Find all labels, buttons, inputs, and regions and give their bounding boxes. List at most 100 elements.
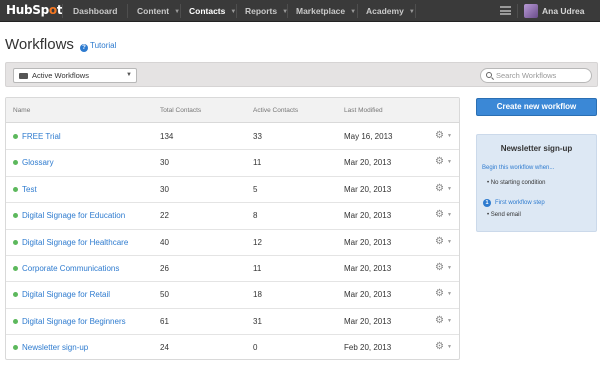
total-contacts: 24 (160, 343, 169, 353)
nav-divider (236, 4, 237, 18)
preview-title: Newsletter sign-up (500, 144, 573, 153)
nav-item-contacts[interactable]: Contacts ▼ (189, 6, 236, 16)
workflow-name-link[interactable]: Digital Signage for Healthcare (22, 238, 128, 247)
total-contacts: 50 (160, 290, 169, 300)
workflow-name-link[interactable]: Test (22, 185, 37, 194)
nav-item-marketplace[interactable]: Marketplace ▼ (296, 6, 356, 16)
status-dot-icon (13, 160, 18, 166)
hubspot-logo[interactable]: HubSpot (6, 3, 63, 17)
gear-icon[interactable]: ⚙ (435, 341, 444, 352)
nav-divider (62, 4, 63, 18)
chevron-down-icon[interactable]: ▼ (447, 159, 452, 165)
column-header-last-modified[interactable]: Last Modified (344, 107, 383, 114)
hamburger-menu-icon[interactable] (500, 6, 511, 15)
chevron-down-icon[interactable]: ▼ (447, 212, 452, 218)
workflow-name-link[interactable]: FREE Trial (22, 132, 61, 141)
last-modified: Mar 20, 2013 (344, 316, 392, 326)
nav-item-reports[interactable]: Reports ▼ (245, 6, 288, 16)
status-dot-icon (13, 345, 18, 351)
workflow-name-link[interactable]: Corporate Communications (22, 264, 119, 273)
user-name[interactable]: Ana Udrea (542, 6, 585, 16)
table-row: Digital Signage for Healthcare 40 12 Mar 20… (6, 230, 459, 256)
gear-icon[interactable]: ⚙ (435, 288, 444, 299)
total-contacts: 134 (160, 132, 174, 141)
starting-condition: • No starting condition (487, 180, 546, 186)
last-modified: Mar 20, 2013 (344, 211, 392, 221)
nav-item-academy[interactable]: Academy ▼ (366, 6, 415, 16)
nav-item-content[interactable]: Content ▼ (137, 6, 180, 16)
first-step-link[interactable]: First workflow step (495, 200, 545, 206)
workflow-name-link[interactable]: Glossary (22, 158, 54, 167)
table-row: Test 30 5 Mar 20, 2013 ⚙ ▼ (6, 177, 459, 204)
nav-divider (517, 4, 518, 18)
tutorial-link[interactable]: ? Tutorial (80, 41, 116, 52)
table-row: FREE Trial 134 33 May 16, 2013 ⚙ ▼ (6, 124, 459, 151)
column-header-active-contacts[interactable]: Active Contacts (253, 107, 298, 114)
total-contacts: 26 (160, 264, 169, 273)
active-contacts: 33 (253, 132, 262, 141)
gear-icon[interactable]: ⚙ (435, 183, 444, 194)
active-contacts: 11 (253, 158, 262, 168)
chevron-down-icon[interactable]: ▼ (447, 318, 452, 324)
last-modified: Mar 20, 2013 (344, 237, 392, 247)
workflow-name-link[interactable]: Digital Signage for Beginners (22, 317, 126, 326)
table-row: Digital Signage for Retail 50 18 Mar 20, 20… (6, 282, 459, 309)
create-workflow-button[interactable]: Create new workflow (476, 98, 597, 116)
active-contacts: 12 (253, 237, 262, 247)
begin-condition-link[interactable]: Begin this workflow when... (482, 165, 554, 171)
table-row: Digital Signage for Beginners 61 31 Mar 20,… (6, 309, 459, 336)
gear-icon[interactable]: ⚙ (435, 315, 444, 326)
workflow-name-link[interactable]: Newsletter sign-up (22, 343, 88, 352)
last-modified: Mar 20, 2013 (344, 264, 392, 273)
active-contacts: 5 (253, 184, 258, 194)
status-dot-icon (13, 134, 18, 139)
help-icon: ? (80, 44, 88, 52)
total-contacts: 22 (160, 211, 169, 221)
last-modified: Mar 20, 2013 (344, 158, 392, 168)
top-nav: HubSpot Dashboard Content ▼ Contacts ▼ Rep… (0, 0, 600, 22)
chevron-down-icon: ▼ (350, 9, 357, 15)
search-input[interactable]: Search Workflows (480, 68, 592, 83)
workflow-preview-panel: Newsletter sign-up Begin this workflow w… (476, 134, 597, 232)
workflow-name-link[interactable]: Digital Signage for Education (22, 211, 125, 220)
step-number-badge: 1 (483, 199, 491, 207)
last-modified: Mar 20, 2013 (344, 184, 392, 194)
gear-icon[interactable]: ⚙ (435, 130, 444, 141)
workflows-table: Name Total Contacts Active Contacts Last… (5, 97, 460, 360)
avatar[interactable] (524, 4, 538, 18)
chevron-down-icon[interactable]: ▼ (447, 239, 452, 245)
last-modified: Feb 20, 2013 (344, 343, 392, 353)
page-title: Workflows (5, 36, 74, 53)
column-header-total-contacts[interactable]: Total Contacts (160, 107, 201, 114)
gear-icon[interactable]: ⚙ (435, 262, 444, 273)
chevron-down-icon[interactable]: ▼ (447, 265, 452, 271)
workflow-name-link[interactable]: Digital Signage for Retail (22, 290, 110, 299)
total-contacts: 30 (160, 158, 169, 168)
status-dot-icon (13, 186, 18, 192)
status-dot-icon (13, 239, 18, 245)
filter-bar: Active Workflows ▼ Search Workflows (5, 62, 598, 87)
step-action: • Send email (487, 212, 521, 218)
gear-icon[interactable]: ⚙ (435, 209, 444, 220)
table-row: Digital Signage for Education 22 8 Mar 20, … (6, 203, 459, 230)
column-header-name[interactable]: Name (13, 107, 30, 114)
last-modified: May 16, 2013 (344, 132, 393, 141)
last-modified: Mar 20, 2013 (344, 290, 392, 300)
status-dot-icon (13, 266, 18, 271)
chevron-down-icon[interactable]: ▼ (447, 344, 452, 350)
gear-icon[interactable]: ⚙ (435, 156, 444, 167)
status-dot-icon (13, 292, 18, 298)
chevron-down-icon[interactable]: ▼ (447, 291, 452, 297)
table-header: Name Total Contacts Active Contacts Last… (6, 98, 459, 123)
nav-item-dashboard[interactable]: Dashboard (73, 6, 117, 16)
total-contacts: 40 (160, 237, 169, 247)
chevron-down-icon[interactable]: ▼ (447, 133, 452, 139)
table-row: Glossary 30 11 Mar 20, 2013 ⚙ ▼ (6, 150, 459, 177)
table-row: Corporate Communications 26 11 Mar 20, 2013… (6, 256, 459, 283)
active-contacts: 31 (253, 316, 262, 326)
workflow-filter-select[interactable]: Active Workflows ▼ (13, 68, 137, 83)
nav-divider (415, 4, 416, 18)
gear-icon[interactable]: ⚙ (435, 236, 444, 247)
nav-divider (180, 4, 181, 18)
chevron-down-icon[interactable]: ▼ (447, 186, 452, 192)
